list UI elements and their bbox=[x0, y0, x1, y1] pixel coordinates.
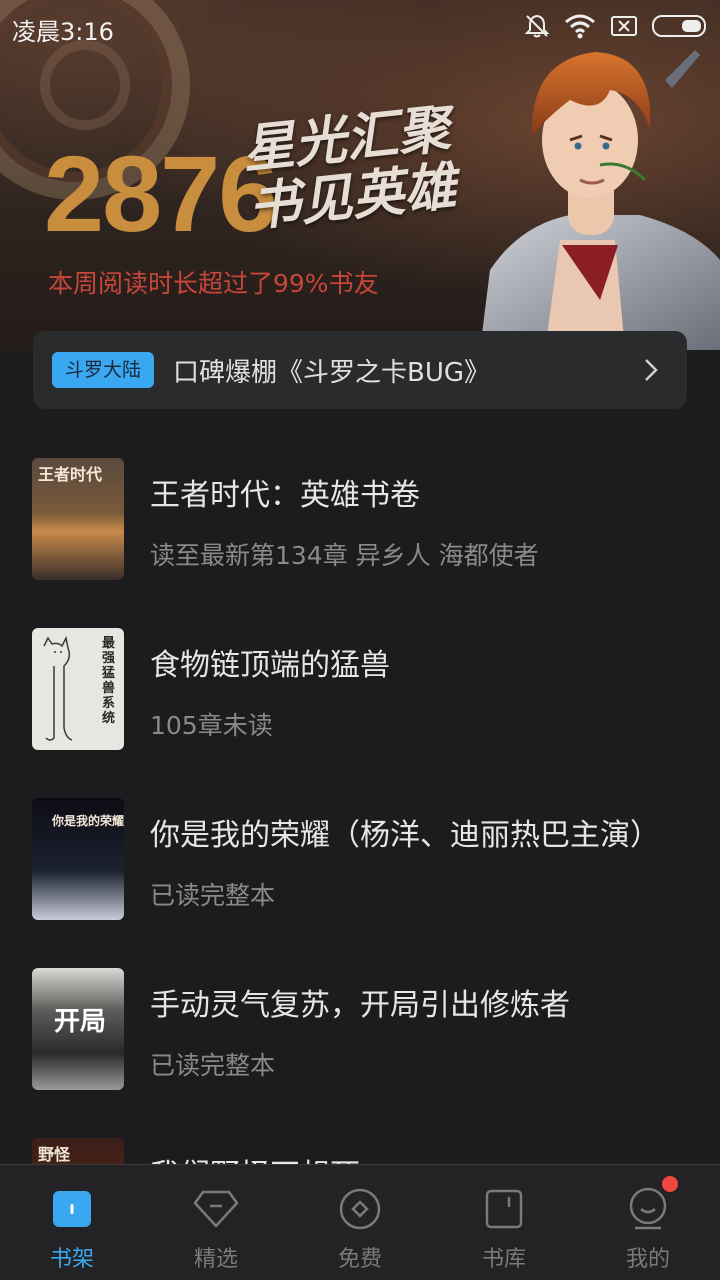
no-sim-icon bbox=[611, 16, 637, 36]
book-progress: 读至最新第134章 异乡人 海都使者 bbox=[150, 541, 539, 570]
book-title: 我们野怪不想死 bbox=[150, 1150, 360, 1164]
tab-bookshelf[interactable]: 书架 bbox=[0, 1165, 144, 1280]
tab-free[interactable]: 免费 bbox=[288, 1165, 432, 1280]
reading-time-number: 2876 bbox=[44, 133, 278, 254]
cover-title: 王者时代 bbox=[38, 465, 103, 484]
tab-label: 免费 bbox=[337, 1247, 382, 1272]
bookshelf-list[interactable]: 王者时代 王者时代：英雄书卷 读至最新第134章 异乡人 海都使者 最强猛兽系统… bbox=[0, 440, 720, 1164]
book-item[interactable]: 你是我的荣耀 你是我的荣耀（杨洋、迪丽热巴主演） 已读完整本 bbox=[0, 780, 720, 950]
status-icons bbox=[524, 10, 708, 42]
book-item[interactable]: 最强猛兽系统 食物链顶端的猛兽 105章未读 bbox=[0, 610, 720, 780]
cover-title: 最强猛兽系统 bbox=[102, 636, 116, 726]
notice-tag: 斗罗大陆 bbox=[52, 352, 155, 388]
book-cover: 野怪 bbox=[32, 1138, 124, 1164]
book-item[interactable]: 野怪 我们野怪不想死 bbox=[0, 1120, 720, 1164]
profile-icon bbox=[629, 1187, 667, 1230]
tab-library[interactable]: 书库 bbox=[432, 1165, 576, 1280]
book-title: 手动灵气复苏，开局引出修炼者 bbox=[150, 988, 570, 1023]
bookshelf-icon bbox=[53, 1191, 91, 1227]
cover-title: 你是我的荣耀 bbox=[52, 814, 124, 828]
gem-icon bbox=[193, 1190, 239, 1228]
tab-profile[interactable]: 我的 bbox=[576, 1165, 720, 1280]
book-progress: 105章未读 bbox=[150, 711, 273, 740]
status-bar: 凌晨3:16 bbox=[0, 0, 720, 52]
book-item[interactable]: 开局 手动灵气复苏，开局引出修炼者 已读完整本 bbox=[0, 950, 720, 1120]
book-progress: 已读完整本 bbox=[150, 1051, 276, 1080]
book-title: 王者时代：英雄书卷 bbox=[150, 478, 420, 513]
mute-bell-icon bbox=[524, 14, 550, 38]
book-title: 食物链顶端的猛兽 bbox=[150, 648, 390, 683]
library-icon bbox=[485, 1189, 523, 1229]
notification-badge bbox=[662, 1176, 678, 1192]
tab-label: 我的 bbox=[625, 1247, 670, 1272]
book-cover: 开局 bbox=[32, 968, 124, 1090]
book-title: 你是我的荣耀（杨洋、迪丽热巴主演） bbox=[150, 818, 660, 853]
book-progress: 已读完整本 bbox=[150, 881, 276, 910]
notice-text: 口碑爆棚《斗罗之卡BUG》 bbox=[173, 357, 491, 388]
promo-notice-bar[interactable]: 斗罗大陆 口碑爆棚《斗罗之卡BUG》 bbox=[33, 331, 687, 409]
cover-title: 野怪 bbox=[38, 1145, 71, 1164]
bottom-tab-bar: 书架 精选 免费 书库 我的 bbox=[0, 1164, 720, 1280]
battery-icon bbox=[652, 15, 706, 37]
banner-ornament-inner bbox=[40, 40, 130, 130]
reading-stats-banner[interactable]: 2876 星光汇聚 书见英雄 本周阅读时长超过了99%书友 bbox=[0, 0, 720, 350]
wifi-icon bbox=[565, 14, 595, 39]
book-cover: 最强猛兽系统 bbox=[32, 628, 124, 750]
cover-title: 开局 bbox=[54, 1007, 107, 1037]
tab-featured[interactable]: 精选 bbox=[144, 1165, 288, 1280]
chevron-right-icon bbox=[645, 359, 658, 381]
status-time: 凌晨3:16 bbox=[12, 18, 114, 46]
reading-rank-subtitle: 本周阅读时长超过了99%书友 bbox=[48, 269, 379, 298]
book-cover: 你是我的荣耀 bbox=[32, 798, 124, 920]
tab-label: 精选 bbox=[193, 1247, 238, 1272]
tab-label: 书库 bbox=[481, 1247, 526, 1272]
book-item[interactable]: 王者时代 王者时代：英雄书卷 读至最新第134章 异乡人 海都使者 bbox=[0, 440, 720, 610]
coin-icon bbox=[339, 1188, 381, 1230]
book-cover: 王者时代 bbox=[32, 458, 124, 580]
tab-label: 书架 bbox=[49, 1247, 94, 1272]
